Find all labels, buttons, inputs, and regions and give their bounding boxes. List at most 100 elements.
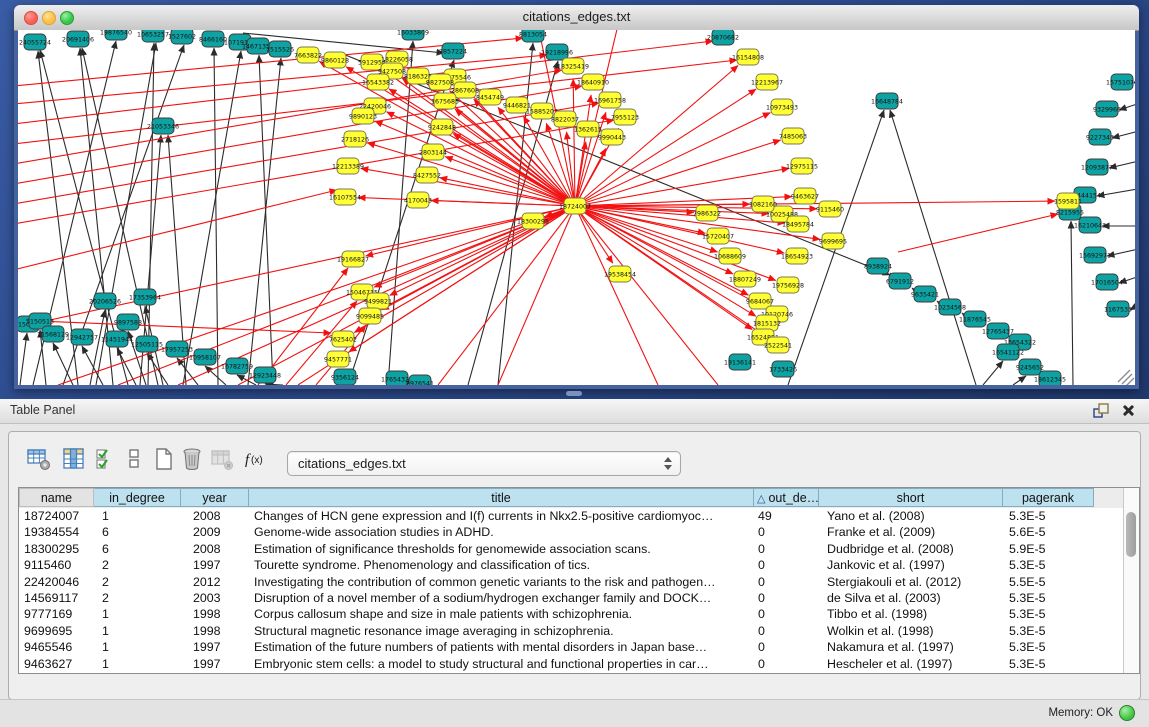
graph-node[interactable]: 1733426 — [769, 361, 797, 377]
graph-node[interactable]: 9990443 — [598, 129, 626, 145]
graph-node[interactable]: 9499821 — [364, 293, 392, 309]
delete-column-icon[interactable] — [179, 446, 205, 472]
column-header-short[interactable]: short — [819, 488, 1003, 507]
graph-node[interactable]: 1082160 — [749, 196, 777, 212]
column-header-in_degree[interactable]: in_degree — [94, 488, 181, 507]
graph-node[interactable]: 24055724 — [19, 34, 51, 50]
table-source-select[interactable]: citations_edges.txt — [287, 451, 681, 476]
graph-node[interactable]: 2718126 — [341, 131, 369, 147]
table-row[interactable]: 1872400712008Changes of HCN gene express… — [19, 508, 1124, 524]
graph-node[interactable]: 16107554 — [329, 189, 361, 205]
column-header-title[interactable]: title — [249, 488, 754, 507]
graph-node[interactable]: 15720407 — [702, 228, 734, 244]
memory-status-indicator[interactable] — [1119, 705, 1135, 721]
graph-node[interactable]: 8813054 — [519, 30, 547, 42]
graph-node[interactable]: 16648784 — [871, 93, 903, 109]
graph-node[interactable]: 8427552 — [413, 167, 441, 183]
table-row[interactable]: 1456911722003Disruption of a novel membe… — [19, 590, 1124, 606]
column-header-out_degree[interactable]: △out_de… — [754, 488, 819, 507]
graph-node[interactable]: 12942757 — [66, 329, 98, 345]
graph-node[interactable]: 12975115 — [786, 158, 818, 174]
graph-node[interactable]: 11876545 — [959, 311, 991, 327]
graph-node[interactable]: 7857224 — [439, 43, 467, 59]
graph-node[interactable]: 19756928 — [772, 277, 804, 293]
graph-node[interactable]: 15751074 — [1106, 74, 1135, 90]
graph-node[interactable]: 4170043 — [404, 192, 432, 208]
graph-node[interactable]: 18654923 — [781, 248, 813, 264]
graph-node[interactable]: 7955123 — [611, 109, 639, 125]
row-height-icon[interactable] — [121, 446, 147, 472]
graph-node[interactable]: 10653257 — [137, 30, 169, 42]
select-rows-icon[interactable] — [93, 446, 119, 472]
graph-node[interactable]: 7515526 — [266, 41, 294, 57]
graph-node[interactable]: 16033809 — [397, 30, 429, 40]
network-window-titlebar[interactable]: citations_edges.txt — [14, 5, 1139, 31]
graph-node[interactable]: 8976541 — [406, 375, 434, 385]
graph-node[interactable]: 7986322 — [693, 205, 721, 221]
graph-node[interactable]: 1595811 — [1054, 193, 1082, 209]
graph-node[interactable]: 10973493 — [766, 99, 798, 115]
function-builder-icon[interactable]: f (x) — [243, 446, 269, 472]
graph-node[interactable]: 19166827 — [337, 251, 369, 267]
column-header-year[interactable]: year — [181, 488, 249, 507]
column-header-pagerank[interactable]: pagerank — [1003, 488, 1094, 507]
graph-node[interactable]: 8454749 — [476, 89, 504, 105]
table-row[interactable]: 2242004622012Investigating the contribut… — [19, 574, 1124, 590]
graph-node[interactable]: 21053346 — [147, 118, 179, 134]
graph-node[interactable]: 10234568 — [934, 299, 966, 315]
graph-node[interactable]: 1527602 — [168, 30, 196, 44]
table-row[interactable]: 946554611997Estimation of the future num… — [19, 639, 1124, 655]
graph-node[interactable]: 1675685 — [431, 93, 459, 109]
graph-node[interactable]: 8938924 — [864, 258, 892, 274]
graph-node[interactable]: 9860128 — [321, 52, 349, 68]
graph-node[interactable]: 9356124 — [331, 369, 359, 385]
graph-node[interactable]: 12505115 — [131, 336, 163, 352]
graph-node[interactable]: 9115460 — [816, 201, 844, 217]
table-row[interactable]: 911546021997Tourette syndrome. Phenomeno… — [19, 557, 1124, 573]
graph-node[interactable]: 1167533 — [1104, 301, 1132, 317]
panel-splitter-handle[interactable] — [566, 391, 582, 396]
graph-node[interactable]: 20206526 — [89, 293, 121, 309]
graph-node[interactable]: 19876540 — [100, 30, 132, 40]
network-canvas[interactable]: 2405572420691406198765401065325715276028… — [18, 30, 1135, 385]
graph-node[interactable]: 9890123 — [349, 108, 377, 124]
graph-node[interactable]: 9099485 — [356, 308, 384, 324]
graph-node[interactable]: 9457771 — [324, 351, 352, 367]
graph-node[interactable]: 18640910 — [577, 74, 609, 90]
graph-node[interactable]: 6791912 — [886, 273, 914, 289]
graph-node[interactable]: 9227343 — [1086, 129, 1114, 145]
graph-node[interactable]: 7663822 — [294, 47, 322, 63]
table-settings-icon[interactable] — [26, 446, 52, 472]
graph-node[interactable]: 10688609 — [714, 248, 746, 264]
graph-node[interactable]: 7625402 — [329, 331, 357, 347]
graph-node[interactable]: 12213389 — [332, 158, 364, 174]
graph-node[interactable]: 12923448 — [249, 367, 281, 383]
column-header-name[interactable]: name — [19, 488, 94, 507]
graph-node[interactable]: 12213967 — [751, 74, 783, 90]
show-column-icon[interactable] — [61, 446, 87, 472]
graph-node[interactable]: 17016504 — [1091, 274, 1123, 290]
graph-node[interactable]: 9242848 — [428, 119, 456, 135]
delete-table-icon[interactable] — [209, 446, 235, 472]
graph-node[interactable]: 9827508 — [426, 74, 454, 90]
vertical-scrollbar[interactable] — [1123, 488, 1139, 673]
graph-node[interactable]: 20870682 — [707, 30, 739, 45]
close-panel-icon[interactable] — [1121, 403, 1135, 417]
create-column-icon[interactable] — [151, 446, 177, 472]
graph-node[interactable]: 9699695 — [819, 233, 847, 249]
graph-node[interactable]: 9897588 — [114, 314, 142, 330]
graph-node[interactable]: 19136141 — [724, 354, 756, 370]
table-row[interactable]: 969969511998Structural magnetic resonanc… — [19, 623, 1124, 639]
float-panel-icon[interactable] — [1093, 403, 1109, 419]
graph-node[interactable]: 12093877 — [1081, 159, 1113, 175]
graph-node[interactable]: 9463627 — [791, 188, 819, 204]
graph-node[interactable]: 15692971 — [1079, 247, 1111, 263]
graph-node[interactable]: 17353964 — [129, 289, 161, 305]
scrollbar-thumb[interactable] — [1126, 512, 1136, 557]
graph-node[interactable]: 2522541 — [764, 337, 792, 353]
table-row[interactable]: 977716911998Corpus callosum shape and si… — [19, 606, 1124, 622]
table-row[interactable]: 946362711997Embryonic stem cells: a mode… — [19, 656, 1124, 672]
graph-node[interactable]: 16154808 — [732, 49, 764, 65]
graph-node[interactable]: 9635421 — [911, 286, 939, 302]
graph-node[interactable]: 10958107 — [189, 349, 221, 365]
